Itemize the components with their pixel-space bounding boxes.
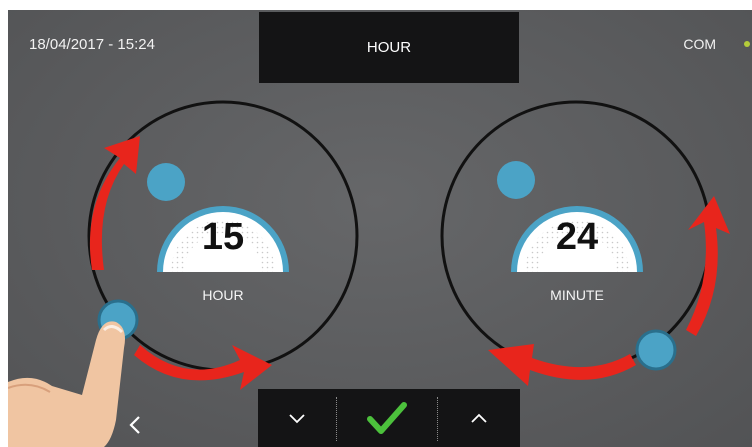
hour-value: 15: [201, 216, 245, 258]
page-title-box: HOUR: [259, 12, 519, 83]
screen-edge-top: [0, 0, 752, 10]
increase-button[interactable]: [438, 389, 520, 447]
hour-top-knob: [147, 163, 185, 201]
minute-arrow-left: [488, 344, 636, 386]
page-title: HOUR: [366, 39, 412, 56]
pointing-hand-illustration: [7, 321, 125, 447]
decrease-button[interactable]: [258, 389, 336, 447]
chevron-left-icon: [129, 416, 140, 434]
com-status-indicator: [744, 41, 750, 47]
screen-edge-left: [0, 0, 8, 447]
hour-label: HOUR: [202, 287, 244, 303]
chevron-up-icon: [471, 413, 487, 423]
minute-label: MINUTE: [550, 287, 604, 303]
minute-value: 24: [555, 216, 599, 258]
com-status-label: COM: [683, 36, 716, 52]
checkmark-icon: [367, 402, 407, 434]
bottom-toolbar: [258, 389, 520, 447]
back-button[interactable]: [122, 410, 148, 440]
confirm-button[interactable]: [337, 389, 437, 447]
datetime-display: 18/04/2017 - 15:24: [29, 36, 155, 53]
minute-arrow-up: [686, 196, 730, 336]
minute-top-knob: [497, 161, 535, 199]
minute-drag-handle: [635, 329, 677, 371]
chevron-down-icon: [289, 414, 305, 424]
